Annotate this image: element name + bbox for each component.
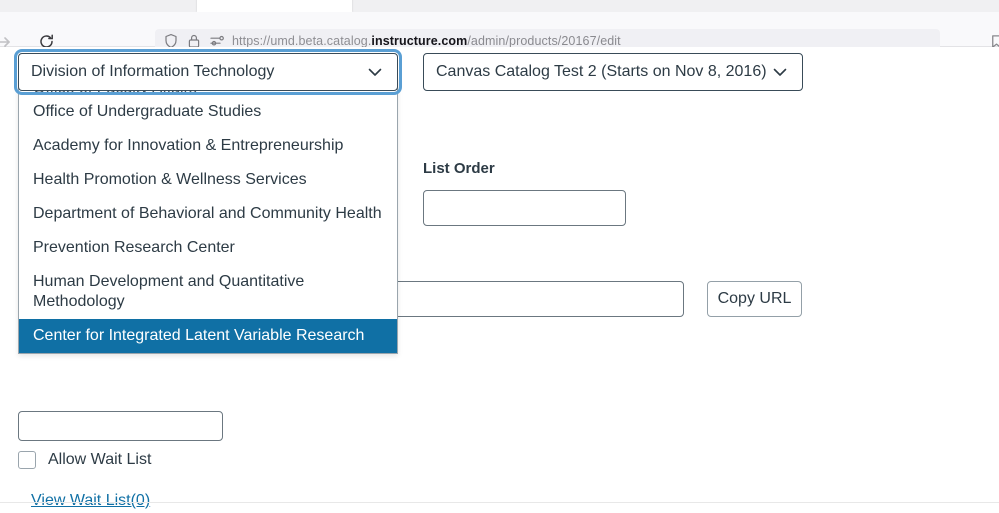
browser-window: https://umd.beta.catalog.instructure.com…: [0, 0, 999, 513]
browser-toolbar: https://umd.beta.catalog.instructure.com…: [0, 12, 999, 53]
url-host: instructure.com: [371, 34, 468, 48]
dropdown-option-2[interactable]: Academy for Innovation & Entrepreneurshi…: [19, 129, 397, 163]
dropdown-option-6[interactable]: Human Development and Quantitative Metho…: [19, 265, 397, 319]
tab-strip: [0, 0, 999, 12]
dropdown-option-4[interactable]: Department of Behavioral and Community H…: [19, 197, 397, 231]
bottom-divider: [0, 502, 999, 503]
browser-tab[interactable]: [197, 0, 352, 12]
allow-wait-list-checkbox[interactable]: [18, 451, 36, 469]
dropdown-option-1[interactable]: Office of Undergraduate Studies: [19, 95, 397, 129]
url-scheme: https://umd.beta.catalog.: [232, 34, 372, 48]
obscured-input[interactable]: [18, 411, 223, 441]
term-select-value: Canvas Catalog Test 2 (Starts on Nov 8, …: [436, 63, 767, 80]
allow-wait-list-label: Allow Wait List: [48, 451, 152, 468]
department-dropdown-list[interactable]: Office of Faculty Affairs Office of Unde…: [18, 77, 398, 354]
url-text: https://umd.beta.catalog.instructure.com…: [232, 34, 621, 48]
dropdown-option-5[interactable]: Prevention Research Center: [19, 231, 397, 265]
dropdown-option-3[interactable]: Health Promotion & Wellness Services: [19, 163, 397, 197]
department-select[interactable]: Division of Information Technology: [14, 49, 402, 95]
list-order-label: List Order: [423, 160, 495, 177]
list-order-input[interactable]: [423, 190, 626, 226]
department-select-value: Division of Information Technology: [31, 63, 275, 80]
chevron-down-icon[interactable]: [770, 62, 790, 82]
view-wait-list-link[interactable]: View Wait List(0): [31, 492, 150, 510]
page-content: Office of Faculty Affairs Office of Unde…: [0, 47, 999, 513]
copy-url-button[interactable]: Copy URL: [707, 281, 802, 317]
allow-wait-list-row[interactable]: Allow Wait List: [18, 451, 151, 469]
product-url-input[interactable]: [393, 281, 684, 317]
url-path: /admin/products/20167/edit: [467, 34, 621, 48]
chevron-down-icon[interactable]: [365, 62, 385, 82]
dropdown-option-7[interactable]: Center for Integrated Latent Variable Re…: [19, 319, 397, 353]
term-select[interactable]: Canvas Catalog Test 2 (Starts on Nov 8, …: [423, 53, 803, 91]
